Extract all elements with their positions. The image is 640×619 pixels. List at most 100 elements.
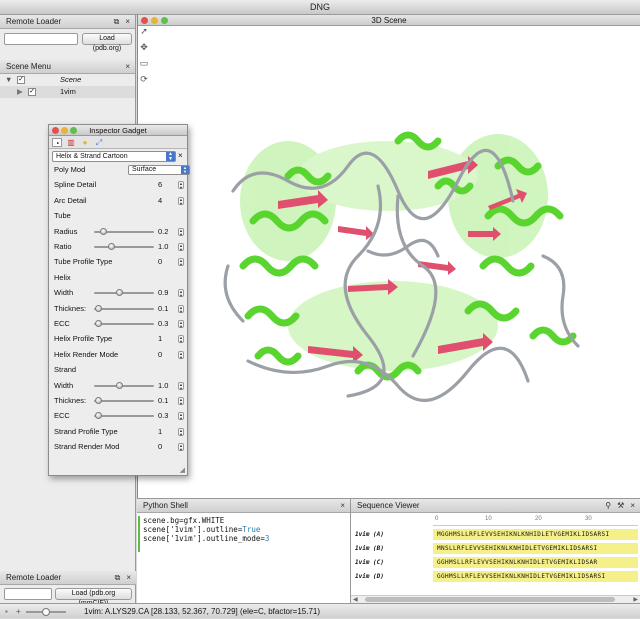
zoom-in-icon[interactable]: + [16, 604, 21, 619]
sequence-row[interactable]: 1vim (C) GGHMSLLRFLEVVSEHIKNLKNHIDLETVGEM… [351, 557, 640, 568]
slider-track[interactable] [94, 292, 154, 294]
inspector-row-tube-profile-type[interactable]: Tube Profile Type 0 ▲ ▼ [54, 256, 184, 268]
slider-knob[interactable] [115, 382, 123, 389]
slider-knob[interactable] [100, 228, 108, 235]
zoom-out-icon[interactable]: ▪ [5, 604, 8, 619]
inspector-row-helix-profile-type[interactable]: Helix Profile Type 1 ▲ ▼ [54, 333, 184, 345]
stepper-icon[interactable]: ▲ ▼ [178, 197, 184, 205]
collapse-triangle-icon[interactable]: ▼ [5, 74, 12, 86]
stepper-icon[interactable]: ▲ ▼ [178, 382, 184, 390]
undock-icon[interactable]: ⧉ [114, 17, 120, 26]
slider-knob[interactable] [107, 243, 115, 250]
property-value[interactable]: 1 [158, 426, 178, 438]
rotate-tool-icon[interactable]: ⟳ [137, 74, 151, 90]
inspector-row-poly-mode[interactable]: Poly Mod Surface ▲ ▼ [54, 164, 190, 176]
sequence-residues[interactable]: MNSLLRFLEVVSEHIKNLKNHIDLETVGEMIKLIDSARSI [433, 543, 638, 554]
python-shell-panel[interactable]: Python Shell × scene.bg=gfx.WHITE scene['… [137, 498, 351, 603]
property-value[interactable]: 0.2 [158, 226, 178, 238]
color-tab-icon[interactable]: ▥ [66, 138, 76, 147]
light-tab-icon[interactable]: ● [80, 138, 90, 147]
inspector-row-ecc[interactable]: ECC 0.3 ▲ ▼ [54, 318, 184, 330]
slider-track[interactable] [94, 308, 154, 310]
close-icon[interactable]: × [125, 62, 130, 71]
scroll-thumb[interactable] [365, 597, 615, 602]
slider-knob[interactable] [115, 289, 123, 296]
property-value[interactable]: 0.9 [158, 287, 178, 299]
load-mmcif-button[interactable]: Load (pdb.org (mmCIF)) [55, 588, 132, 607]
property-value[interactable]: 1 [158, 333, 178, 345]
inspector-row-width[interactable]: Width 1.0 ▲ ▼ [54, 380, 184, 392]
close-icon[interactable]: × [126, 573, 131, 582]
inspector-row-ratio[interactable]: Ratio 1.0 ▲ ▼ [54, 241, 184, 253]
stepper-icon[interactable]: ▲ ▼ [178, 228, 184, 236]
inspector-row-strand-render-mode[interactable]: Strand Render Mod 0 ▲ ▼ [54, 441, 184, 453]
scene-tree-item-1vim[interactable]: ▶ ✓ 1vim [0, 86, 135, 98]
pdb-id-input[interactable] [4, 33, 78, 45]
scroll-left-icon[interactable]: ◀ [353, 596, 358, 603]
scene-3d-panel[interactable]: 3D Scene [137, 15, 640, 498]
inspector-row-thickness[interactable]: Thicknes: 0.1 ▲ ▼ [54, 303, 184, 315]
stepper-icon[interactable]: ▲ ▼ [178, 397, 184, 405]
inspector-row-ecc[interactable]: ECC 0.3 ▲ ▼ [54, 410, 184, 422]
inspector-row-width[interactable]: Width 0.9 ▲ ▼ [54, 287, 184, 299]
property-value[interactable]: 0.1 [158, 395, 178, 407]
scene-tree-item-scene[interactable]: ▼ ✓ Scene [0, 74, 135, 86]
stepper-icon[interactable]: ▲ ▼ [178, 443, 184, 451]
property-value[interactable]: 0 [158, 256, 178, 268]
stepper-icon[interactable]: ▲ ▼ [178, 335, 184, 343]
property-value[interactable]: 0.3 [158, 318, 178, 330]
slider-track[interactable] [94, 246, 154, 248]
expand-triangle-icon[interactable]: ▶ [17, 86, 23, 98]
undock-icon[interactable]: ⧉ [115, 573, 121, 582]
inspector-titlebar[interactable]: Inspector Gadget [49, 125, 187, 136]
close-icon[interactable]: × [125, 17, 130, 26]
python-shell-output[interactable]: scene.bg=gfx.WHITE scene['1vim'].outline=… [137, 513, 350, 543]
sequence-residues[interactable]: MGGHMSLLRFLEVVSEHIKNLKNHIDLETVGEMIKLIDSA… [433, 529, 638, 540]
inspector-row-strand-profile-type[interactable]: Strand Profile Type 1 ▲ ▼ [54, 426, 184, 438]
visibility-checkbox[interactable]: ✓ [28, 88, 36, 96]
scroll-right-icon[interactable]: ▶ [633, 596, 638, 603]
zoom-slider-knob[interactable] [42, 608, 50, 616]
inspector-gadget-window[interactable]: Inspector Gadget ◔ ▥ ● ⤢ Helix & Strand … [48, 124, 190, 476]
slider-track[interactable] [94, 385, 154, 387]
hammer-icon[interactable]: ⚒ [617, 501, 624, 510]
sequence-viewer-panel[interactable]: Sequence Viewer ⚲ ⚒ × 0 10 20 30 1vim (A) MGGH… [351, 498, 640, 603]
sequence-residues[interactable]: GGHMSLLRFLEVVSEHIKNLKNHIDLETVGEMIKLIDSAR… [433, 571, 638, 582]
ruler-tool-icon[interactable]: ▭ [137, 58, 151, 74]
load-pdb-button[interactable]: Load (pdb.org) [82, 33, 132, 52]
render-mode-select[interactable]: Helix & Strand Cartoon ▲ ▼ [52, 151, 176, 162]
sequence-residues[interactable]: GGHMSLLRFLEVVSEHIKNLKNHIDLETVGEMIKLIDSAR [433, 557, 638, 568]
search-icon[interactable]: ⚲ [605, 501, 611, 510]
stepper-icon[interactable]: ▲ ▼ [178, 243, 184, 251]
property-value[interactable]: 6 [158, 179, 178, 191]
minimize-window-icon[interactable] [61, 127, 68, 134]
close-window-icon[interactable] [141, 17, 148, 24]
slider-track[interactable] [94, 323, 154, 325]
poly-mode-select[interactable]: Surface ▲ ▼ [128, 165, 190, 175]
stepper-icon[interactable]: ▲ ▼ [178, 428, 184, 436]
property-value[interactable]: 4 [158, 195, 178, 207]
inspector-row-radius[interactable]: Radius 0.2 ▲ ▼ [54, 226, 184, 238]
zoom-window-icon[interactable] [70, 127, 77, 134]
render-tab-icon[interactable]: ◔ [52, 138, 62, 148]
transform-tab-icon[interactable]: ⤢ [94, 138, 104, 147]
property-value[interactable]: 1.0 [158, 380, 178, 392]
stepper-icon[interactable]: ▲ ▼ [178, 289, 184, 297]
stepper-icon[interactable]: ▲ ▼ [178, 412, 184, 420]
slider-track[interactable] [94, 400, 154, 402]
visibility-checkbox[interactable]: ✓ [17, 76, 25, 84]
zoom-window-icon[interactable] [161, 17, 168, 24]
resize-grip-icon[interactable]: ◢ [180, 466, 185, 474]
property-value[interactable]: 0 [158, 441, 178, 453]
close-window-icon[interactable] [52, 127, 59, 134]
inspector-row-arc-detail[interactable]: Arc Detail 4 ▲ ▼ [54, 195, 184, 207]
property-value[interactable]: 0.3 [158, 410, 178, 422]
slider-track[interactable] [94, 415, 154, 417]
stepper-icon[interactable]: ▲ ▼ [178, 305, 184, 313]
close-icon[interactable]: × [630, 501, 635, 510]
pdb-id-input[interactable] [4, 588, 52, 600]
inspector-row-spline-detail[interactable]: Spline Detail 6 ▲ ▼ [54, 179, 184, 191]
property-value[interactable]: 0 [158, 349, 178, 361]
sequence-row[interactable]: 1vim (A) MGGHMSLLRFLEVVSEHIKNLKNHIDLETVGE… [351, 529, 640, 540]
move-tool-icon[interactable]: ✥ [137, 42, 151, 58]
